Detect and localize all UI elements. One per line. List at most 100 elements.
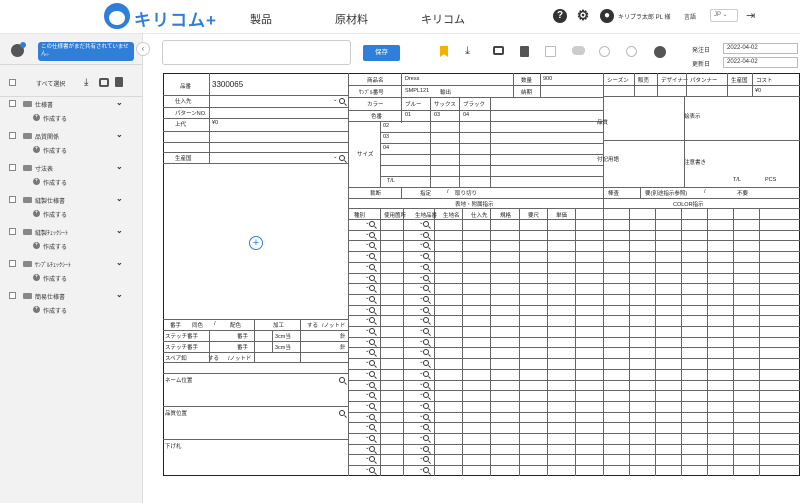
search-icon[interactable] <box>423 392 429 399</box>
collapse-sidebar-button[interactable]: ‹ <box>136 42 150 56</box>
search-icon[interactable] <box>369 456 375 463</box>
search-icon[interactable] <box>369 306 375 313</box>
share-user-icon[interactable] <box>654 46 666 58</box>
folder-checkbox[interactable] <box>9 164 16 171</box>
calendar-icon[interactable] <box>545 46 556 57</box>
nav-kiricom[interactable]: キリコム <box>421 11 465 27</box>
status-icon[interactable] <box>599 46 610 57</box>
face-icon[interactable] <box>626 46 637 57</box>
add-icon[interactable]: + <box>33 146 40 153</box>
search-icon[interactable] <box>423 445 429 452</box>
folder-checkbox[interactable] <box>9 228 16 235</box>
search-icon[interactable] <box>369 231 375 238</box>
search-icon[interactable] <box>369 370 375 377</box>
chevron-down-icon[interactable]: ⌄ <box>116 290 123 299</box>
folder-checkbox[interactable] <box>9 196 16 203</box>
update-date-field[interactable]: 2022-04-02 <box>723 57 798 68</box>
search-icon[interactable] <box>423 349 429 356</box>
search-icon[interactable] <box>423 381 429 388</box>
search-icon[interactable] <box>423 413 429 420</box>
search-icon[interactable] <box>339 410 345 416</box>
logout-icon[interactable]: ⇥ <box>746 9 755 22</box>
search-icon[interactable] <box>369 360 375 367</box>
folder-label[interactable]: 縫製ﾁｪｯｸｼｰﾄ <box>35 228 68 237</box>
logo-mascot-icon[interactable] <box>104 3 130 29</box>
create-link[interactable]: 作成する <box>43 178 67 187</box>
search-icon[interactable] <box>423 221 429 227</box>
search-icon[interactable] <box>369 402 375 409</box>
create-link[interactable]: 作成する <box>43 146 67 155</box>
add-icon[interactable]: + <box>33 242 40 249</box>
search-icon[interactable] <box>423 253 429 260</box>
nav-materials[interactable]: 原材料 <box>335 11 368 27</box>
nav-products[interactable]: 製品 <box>250 11 272 27</box>
folder-label[interactable]: 仕様書 <box>35 100 53 109</box>
chevron-down-icon[interactable]: ⌄ <box>116 226 123 235</box>
folder-checkbox[interactable] <box>9 132 16 139</box>
search-icon[interactable] <box>369 317 375 324</box>
title-input[interactable] <box>162 40 351 65</box>
search-icon[interactable] <box>423 231 429 238</box>
create-link[interactable]: 作成する <box>43 114 67 123</box>
search-icon[interactable] <box>369 445 375 452</box>
search-icon[interactable] <box>423 360 429 367</box>
app-logo[interactable]: キリコム+ <box>134 6 217 31</box>
add-icon[interactable]: + <box>33 306 40 313</box>
chat-icon[interactable] <box>572 46 585 55</box>
search-icon[interactable] <box>423 285 429 292</box>
language-select[interactable]: JP ⌄ <box>710 9 738 22</box>
search-icon[interactable] <box>369 467 375 474</box>
search-icon[interactable] <box>423 274 429 281</box>
folder-checkbox[interactable] <box>9 292 16 299</box>
folder-checkbox[interactable] <box>9 260 16 267</box>
search-icon[interactable] <box>369 295 375 302</box>
search-icon[interactable] <box>369 338 375 345</box>
share-user-icon[interactable] <box>11 42 26 57</box>
search-icon[interactable] <box>369 424 375 431</box>
folder-label[interactable]: ｻﾝﾌﾟﾙﾁｪｯｸｼｰﾄ <box>35 260 71 269</box>
search-icon[interactable] <box>423 295 429 302</box>
chevron-down-icon[interactable]: ⌄ <box>116 162 123 171</box>
create-link[interactable]: 作成する <box>43 242 67 251</box>
search-icon[interactable] <box>369 435 375 441</box>
create-link[interactable]: 作成する <box>43 274 67 283</box>
search-icon[interactable] <box>423 338 429 345</box>
search-icon[interactable] <box>423 402 429 409</box>
search-icon[interactable] <box>369 253 375 260</box>
create-link[interactable]: 作成する <box>43 210 67 219</box>
add-image-button[interactable]: + <box>249 236 263 250</box>
print-icon[interactable] <box>493 46 504 55</box>
search-icon[interactable] <box>423 370 429 377</box>
chevron-down-icon[interactable]: ⌄ <box>116 258 123 267</box>
add-icon[interactable]: + <box>33 114 40 121</box>
trash-icon[interactable] <box>115 77 123 87</box>
search-icon[interactable] <box>423 467 429 474</box>
search-icon[interactable] <box>369 274 375 281</box>
search-icon[interactable] <box>339 98 345 104</box>
search-icon[interactable] <box>423 328 429 334</box>
search-icon[interactable] <box>369 328 375 334</box>
search-icon[interactable] <box>423 242 429 249</box>
search-icon[interactable] <box>369 381 375 388</box>
create-link[interactable]: 作成する <box>43 306 67 315</box>
folder-checkbox[interactable] <box>9 100 16 107</box>
bookmark-icon[interactable] <box>440 46 448 57</box>
chevron-down-icon[interactable]: ⌄ <box>116 130 123 139</box>
save-button[interactable]: 保存 <box>363 45 400 61</box>
search-icon[interactable] <box>423 306 429 313</box>
search-icon[interactable] <box>369 413 375 420</box>
chevron-down-icon[interactable]: ⌄ <box>116 98 123 107</box>
search-icon[interactable] <box>423 424 429 431</box>
trash-icon[interactable] <box>520 46 529 57</box>
search-icon[interactable] <box>369 242 375 249</box>
print-icon[interactable] <box>99 78 109 87</box>
order-date-field[interactable]: 2022-04-02 <box>723 43 798 54</box>
search-icon[interactable] <box>339 377 345 383</box>
add-icon[interactable]: + <box>33 178 40 185</box>
help-icon[interactable]: ? <box>553 9 567 23</box>
search-icon[interactable] <box>369 392 375 399</box>
add-icon[interactable]: + <box>33 274 40 281</box>
user-icon[interactable]: ● <box>600 9 614 23</box>
add-icon[interactable]: + <box>33 210 40 217</box>
folder-label[interactable]: 縫製仕様書 <box>35 196 65 205</box>
